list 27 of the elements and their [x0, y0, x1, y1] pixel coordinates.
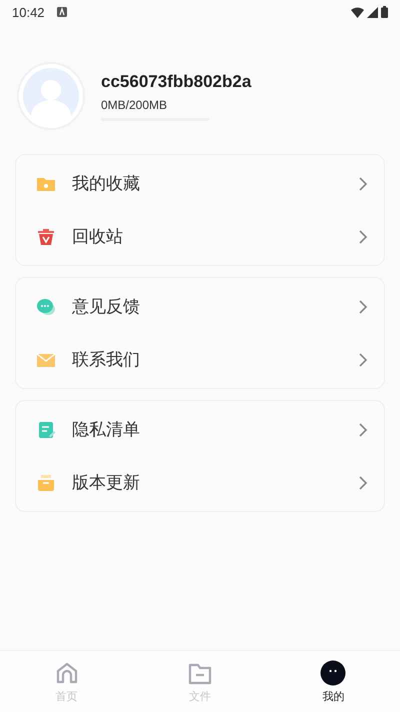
wifi-icon [351, 6, 364, 18]
menu-item[interactable]: 意见反馈 [16, 280, 384, 333]
battery-icon [381, 6, 388, 18]
menu-label: 我的收藏 [72, 173, 140, 195]
chevron-icon [358, 300, 368, 314]
menu-item[interactable]: 回收站 [16, 210, 384, 263]
menu-label: 隐私清单 [72, 419, 140, 441]
chevron-icon [358, 230, 368, 244]
chevron-icon [358, 422, 368, 436]
notification-icon [56, 7, 67, 17]
menu-label: 意见反馈 [72, 296, 140, 318]
menu-item[interactable]: 我的收藏 [16, 157, 384, 210]
menu-label: 版本更新 [72, 472, 140, 494]
clock: 10:42 [12, 4, 45, 20]
nav-tab[interactable]: 我的 [266, 651, 400, 712]
signal-icon [367, 6, 378, 18]
menu-item[interactable]: 联系我们 [16, 333, 384, 386]
username: cc56073fbb802b2a [101, 72, 252, 92]
storage-usage: 0MB/200MB [101, 98, 168, 112]
menu-item[interactable]: 隐私清单 [16, 403, 384, 456]
menu-item[interactable]: 版本更新 [16, 456, 384, 509]
face-icon [320, 660, 346, 686]
chevron-icon [358, 352, 368, 366]
menu-label: 联系我们 [72, 349, 140, 371]
chevron-icon [358, 476, 368, 490]
chevron-icon [358, 176, 368, 190]
menu-label: 回收站 [72, 226, 123, 248]
